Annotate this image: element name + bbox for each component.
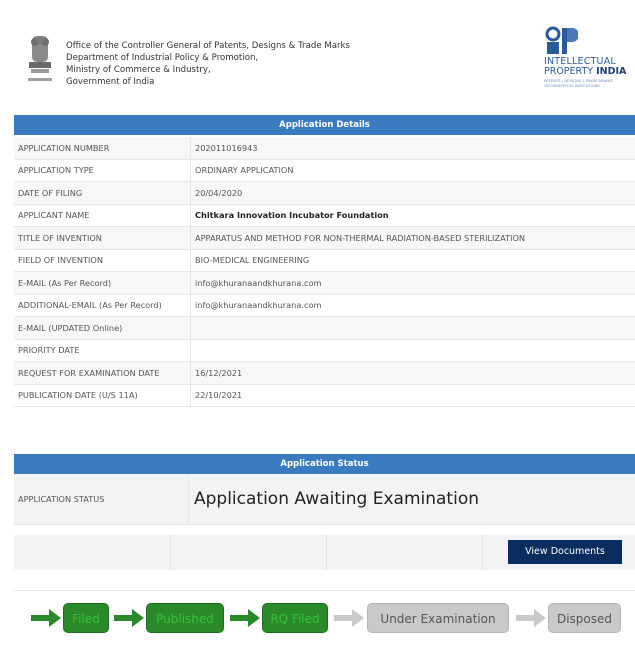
table-row: APPLICATION NUMBER 202011016943 xyxy=(14,137,635,160)
row-value xyxy=(190,316,635,340)
stage-disposed: Disposed xyxy=(548,603,621,633)
table-row: PUBLICATION DATE (U/S 11A) 22/10/2021 xyxy=(14,384,635,407)
table-row: APPLICANT NAME Chitkara Innovation Incuba… xyxy=(14,204,635,227)
table-row: ADDITIONAL-EMAIL (As Per Record) info@khu… xyxy=(14,294,635,317)
application-status-row: APPLICATION STATUS Application Awaiting … xyxy=(14,474,635,525)
documents-row: View Documents xyxy=(14,535,635,570)
status-workflow: Filed Published RQ Filed Under Examinati… xyxy=(14,590,635,651)
application-details-header: Application Details xyxy=(14,115,635,135)
row-value: 22/10/2021 xyxy=(190,384,635,407)
row-label: APPLICATION NUMBER xyxy=(14,137,191,160)
table-row: E-MAIL (UPDATED Online) xyxy=(14,316,635,340)
office-line: Department of Industrial Policy & Promot… xyxy=(66,53,259,63)
national-emblem-icon xyxy=(28,36,52,81)
application-details-table: APPLICATION NUMBER 202011016943 APPLICATI… xyxy=(14,137,635,407)
arrow-right-icon xyxy=(230,609,260,627)
row-label: APPLICANT NAME xyxy=(14,204,191,227)
logo-text-line2: PROPERTY INDIA xyxy=(544,66,627,77)
table-row: APPLICATION TYPE ORDINARY APPLICATION xyxy=(14,159,635,182)
table-row: E-MAIL (As Per Record) info@khuranaandkhu… xyxy=(14,271,635,295)
stage-filed: Filed xyxy=(63,603,109,633)
stage-published: Published xyxy=(146,603,224,633)
row-label: DATE OF FILING xyxy=(14,181,191,205)
table-row: REQUEST FOR EXAMINATION DATE 16/12/2021 xyxy=(14,361,635,385)
table-row: PRIORITY DATE xyxy=(14,339,635,362)
arrow-right-icon xyxy=(31,609,61,627)
arrow-right-icon xyxy=(114,609,144,627)
stage-under-examination: Under Examination xyxy=(367,603,509,633)
office-line: Ministry of Commerce & Industry, xyxy=(66,65,211,75)
status-value: Application Awaiting Examination xyxy=(194,489,479,509)
row-label: TITLE OF INVENTION xyxy=(14,226,191,250)
status-label: APPLICATION STATUS xyxy=(18,474,189,524)
row-label: E-MAIL (As Per Record) xyxy=(14,271,191,295)
row-value: 16/12/2021 xyxy=(190,361,635,385)
row-label: ADDITIONAL-EMAIL (As Per Record) xyxy=(14,294,191,317)
ip-india-logo: INTELLECTUAL PROPERTY INDIA PATENTS | DE… xyxy=(544,26,635,98)
arrow-right-icon xyxy=(516,609,546,627)
row-value: BIO-MEDICAL ENGINEERING xyxy=(190,249,635,272)
documents-cell xyxy=(170,535,327,570)
row-label: REQUEST FOR EXAMINATION DATE xyxy=(14,361,191,385)
row-label: E-MAIL (UPDATED Online) xyxy=(14,316,191,340)
view-documents-button[interactable]: View Documents xyxy=(508,540,622,564)
row-value: Chitkara Innovation Incubator Foundation xyxy=(190,204,635,227)
row-label: FIELD OF INVENTION xyxy=(14,249,191,272)
table-row: FIELD OF INVENTION BIO-MEDICAL ENGINEERIN… xyxy=(14,249,635,272)
table-row: DATE OF FILING 20/04/2020 xyxy=(14,181,635,205)
row-value: 20/04/2020 xyxy=(190,181,635,205)
row-label: APPLICATION TYPE xyxy=(14,159,191,182)
stage-rq-filed: RQ Filed xyxy=(262,603,328,633)
table-row: TITLE OF INVENTION APPARATUS AND METHOD F… xyxy=(14,226,635,250)
row-label: PRIORITY DATE xyxy=(14,339,191,362)
ip-india-mark-icon xyxy=(545,26,578,54)
office-line: Office of the Controller General of Pate… xyxy=(66,41,350,51)
row-value: APPARATUS AND METHOD FOR NON-THERMAL RAD… xyxy=(190,226,635,250)
row-value: ORDINARY APPLICATION xyxy=(190,159,635,182)
office-name-block: Office of the Controller General of Pate… xyxy=(66,40,350,88)
application-status-header: Application Status xyxy=(14,454,635,474)
application-page: Office of the Controller General of Pate… xyxy=(0,0,635,654)
row-value: info@khuranaandkhurana.com xyxy=(190,294,635,317)
documents-cell xyxy=(326,535,483,570)
row-value: 202011016943 xyxy=(190,137,635,160)
office-line: Government of India xyxy=(66,77,155,87)
row-label: PUBLICATION DATE (U/S 11A) xyxy=(14,384,191,407)
page-header: Office of the Controller General of Pate… xyxy=(14,26,634,100)
logo-text-line3: PATENTS | DESIGNS | TRADE MARKS GEOGRAPH… xyxy=(544,78,613,88)
row-value xyxy=(190,339,635,362)
arrow-right-icon xyxy=(334,609,364,627)
documents-cell xyxy=(14,535,171,570)
row-value: info@khuranaandkhurana.com xyxy=(190,271,635,295)
